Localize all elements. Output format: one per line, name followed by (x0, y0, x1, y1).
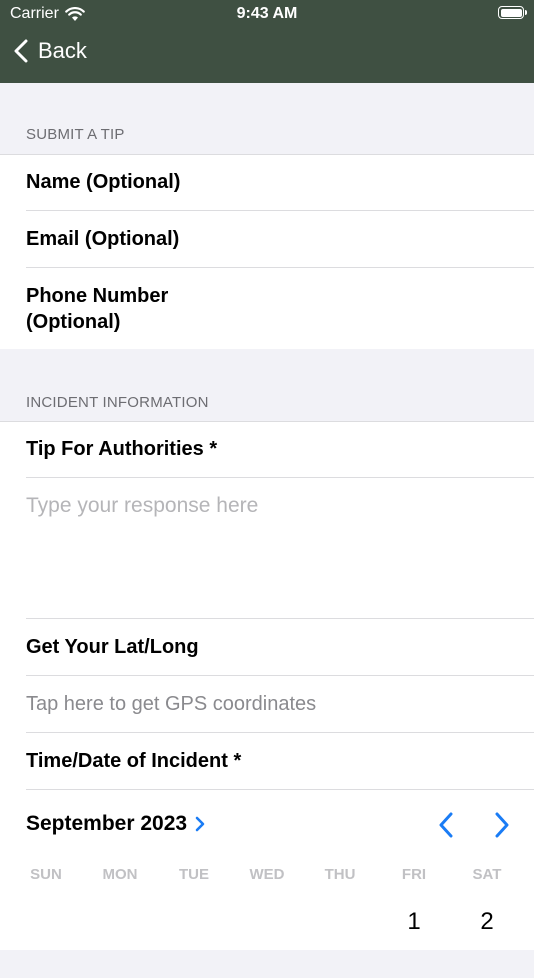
gps-hint: Tap here to get GPS coordinates (26, 693, 317, 715)
latlong-label: Get Your Lat/Long (26, 636, 199, 658)
name-field[interactable]: Name (Optional) (0, 154, 534, 211)
tip-contact-group: Name (Optional) Email (Optional) Phone N… (0, 154, 534, 349)
chevron-right-icon (195, 816, 205, 832)
calendar-day-2[interactable]: 2 (457, 908, 517, 936)
status-carrier: Carrier (10, 5, 85, 23)
tip-authorities-label-row: Tip For Authorities * (0, 421, 534, 478)
calendar-month-row: September 2023 (0, 790, 534, 858)
email-field[interactable]: Email (Optional) (0, 211, 534, 268)
back-button[interactable]: Back (14, 38, 87, 64)
section-header-incident: INCIDENT INFORMATION (26, 394, 209, 411)
back-label: Back (38, 38, 87, 63)
month-year-label: September 2023 (26, 812, 188, 835)
wifi-icon (65, 6, 85, 21)
tip-response-placeholder: Type your response here (26, 494, 259, 517)
email-label: Email (Optional) (26, 228, 180, 250)
gps-coordinates-button[interactable]: Tap here to get GPS coordinates (0, 676, 534, 733)
weekday-header: SUN MON TUE WED THU FRI SAT (0, 858, 534, 898)
weekday-sat: SAT (472, 866, 502, 883)
carrier-label: Carrier (10, 5, 59, 22)
calendar-days: 1 2 (0, 898, 534, 978)
battery-icon (498, 6, 527, 19)
previous-month-button[interactable] (438, 812, 454, 838)
navigation-bar: Carrier 9:43 AM Back (0, 0, 534, 83)
next-month-button[interactable] (494, 812, 510, 838)
phone-field[interactable]: Phone Number (Optional) (0, 268, 534, 349)
weekday-thu: THU (324, 866, 356, 883)
incident-group: Tip For Authorities * Type your response… (0, 421, 534, 950)
weekday-sun: SUN (30, 866, 62, 883)
month-navigation (438, 812, 510, 838)
phone-label-line2: (Optional) (26, 310, 121, 333)
name-label: Name (Optional) (26, 171, 181, 193)
tip-authorities-label: Tip For Authorities * (26, 438, 218, 460)
latlong-label-row: Get Your Lat/Long (0, 619, 534, 676)
calendar-day-1[interactable]: 1 (384, 908, 444, 936)
weekday-fri: FRI (401, 866, 427, 883)
weekday-wed: WED (249, 866, 285, 883)
time-date-label-row: Time/Date of Incident * (0, 733, 534, 790)
time-date-label: Time/Date of Incident * (26, 750, 242, 772)
phone-label-line1: Phone Number (26, 284, 169, 307)
tip-response-textarea[interactable]: Type your response here (0, 478, 534, 619)
chevron-left-icon (14, 39, 28, 63)
month-year-button[interactable]: September 2023 (26, 812, 205, 836)
weekday-mon: MON (102, 866, 138, 883)
weekday-tue: TUE (179, 866, 209, 883)
section-header-submit-tip: SUBMIT A TIP (26, 126, 125, 143)
